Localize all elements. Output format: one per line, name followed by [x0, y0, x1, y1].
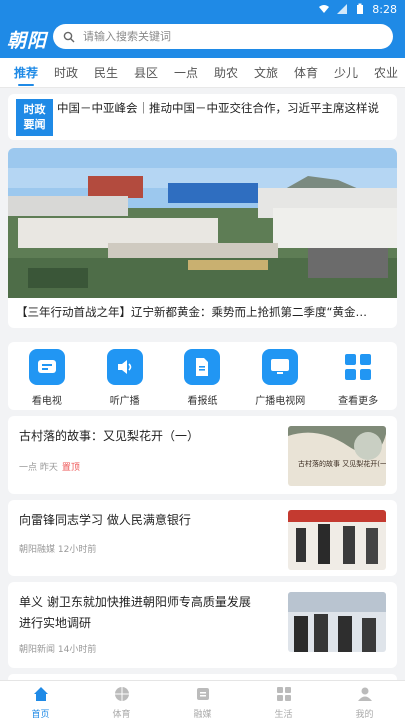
nav-mine[interactable]: 我的 [324, 681, 405, 720]
tab-counties[interactable]: 县区 [128, 58, 164, 88]
news-meta: 朝阳融媒 12小时前 [19, 545, 97, 555]
wifi-icon [319, 5, 330, 13]
pinned-tag: 置顶 [61, 463, 80, 473]
news-title: 古村落的故事：又见梨花开（一） [19, 429, 200, 443]
news-meta: 朝阳新闻 14小时前 [19, 645, 97, 655]
banner-image [8, 148, 397, 298]
tab-agri-help[interactable]: 助农 [208, 58, 244, 88]
politics-badge: 时政 要闻 [16, 99, 53, 136]
quick-links: 看电视 听广播 看报纸 广播电视网 查看更多 [8, 342, 397, 410]
tab-recommend[interactable]: 推荐 [8, 58, 44, 88]
quick-link-tv[interactable]: 看电视 [12, 349, 82, 410]
channel-tabs: 推荐 时政 民生 县区 一点 助农 文旅 体育 少儿 农业 [0, 58, 405, 88]
quick-link-broadcast-network[interactable]: 广播电视网 [245, 349, 315, 410]
news-thumbnail [288, 592, 386, 652]
signal-icon [337, 4, 348, 14]
news-thumbnail [288, 510, 386, 570]
news-thumbnail: 古村落的故事 又见梨花开(一) [288, 426, 386, 486]
nav-sports[interactable]: 体育 [81, 681, 162, 720]
tab-politics[interactable]: 时政 [48, 58, 84, 88]
monitor-icon [262, 349, 299, 385]
media-icon [196, 688, 209, 700]
nav-media[interactable]: 融媒 [162, 681, 243, 720]
headline-text: 中国－中亚峰会｜推动中国－中亚交往合作，习近平主席这样说 [57, 101, 379, 115]
news-item[interactable]: 单义 谢卫东就加快推进朝阳师专高质量发展进行实地调研 朝阳新闻 14小时前 [8, 582, 397, 668]
headline-card[interactable]: 时政 要闻 中国－中亚峰会｜推动中国－中亚交往合作，习近平主席这样说 [8, 94, 397, 140]
news-item[interactable]: 向雷锋同志学习 做人民满意银行 朝阳融媒 12小时前 [8, 500, 397, 576]
grid-icon [340, 349, 377, 385]
tab-kids[interactable]: 少儿 [328, 58, 364, 88]
featured-banner[interactable]: 【三年行动首战之年】辽宁新都黄金：乘势而上抢抓第二季度“黄金… [8, 148, 397, 328]
search-icon [63, 31, 75, 42]
search-input[interactable] [83, 30, 363, 43]
tab-sports[interactable]: 体育 [288, 58, 324, 88]
search-bar[interactable] [53, 24, 393, 49]
tab-culture-tourism[interactable]: 文旅 [248, 58, 284, 88]
thumb-title-text: 古村落的故事 又见梨花开(一) [298, 459, 386, 468]
tab-livelihood[interactable]: 民生 [88, 58, 124, 88]
bottom-nav: 首页 体育 融媒 生活 我的 [0, 680, 405, 720]
quick-link-radio[interactable]: 听广播 [90, 349, 160, 410]
tv-icon [28, 349, 65, 385]
life-icon [276, 687, 291, 701]
quick-link-newspaper[interactable]: 看报纸 [167, 349, 237, 410]
tab-agriculture[interactable]: 农业 [368, 58, 404, 88]
news-title: 向雷锋同志学习 做人民满意银行 [19, 513, 191, 527]
battery-icon [357, 3, 364, 14]
banner-caption: 【三年行动首战之年】辽宁新都黄金：乘势而上抢抓第二季度“黄金… [16, 305, 367, 319]
news-item[interactable]: 古村落的故事：又见梨花开（一） 一点 昨天 置顶 古村落的故事 又见梨花开(一) [8, 416, 397, 494]
app-header: 8:28 朝阳 [0, 0, 405, 58]
ball-icon [114, 687, 129, 701]
app-logo: 朝阳 [7, 30, 48, 52]
newspaper-icon [184, 349, 221, 385]
status-time: 8:28 [372, 2, 397, 16]
user-icon [357, 687, 372, 701]
speaker-icon [106, 349, 143, 385]
nav-home[interactable]: 首页 [0, 681, 81, 720]
quick-link-more[interactable]: 查看更多 [323, 349, 393, 410]
tab-yidian[interactable]: 一点 [168, 58, 204, 88]
nav-life[interactable]: 生活 [243, 681, 324, 720]
home-icon [33, 687, 48, 701]
status-bar: 8:28 [0, 0, 405, 18]
news-meta: 一点 昨天 置顶 [19, 463, 80, 473]
news-title: 单义 谢卫东就加快推进朝阳师专高质量发展进行实地调研 [19, 595, 251, 630]
